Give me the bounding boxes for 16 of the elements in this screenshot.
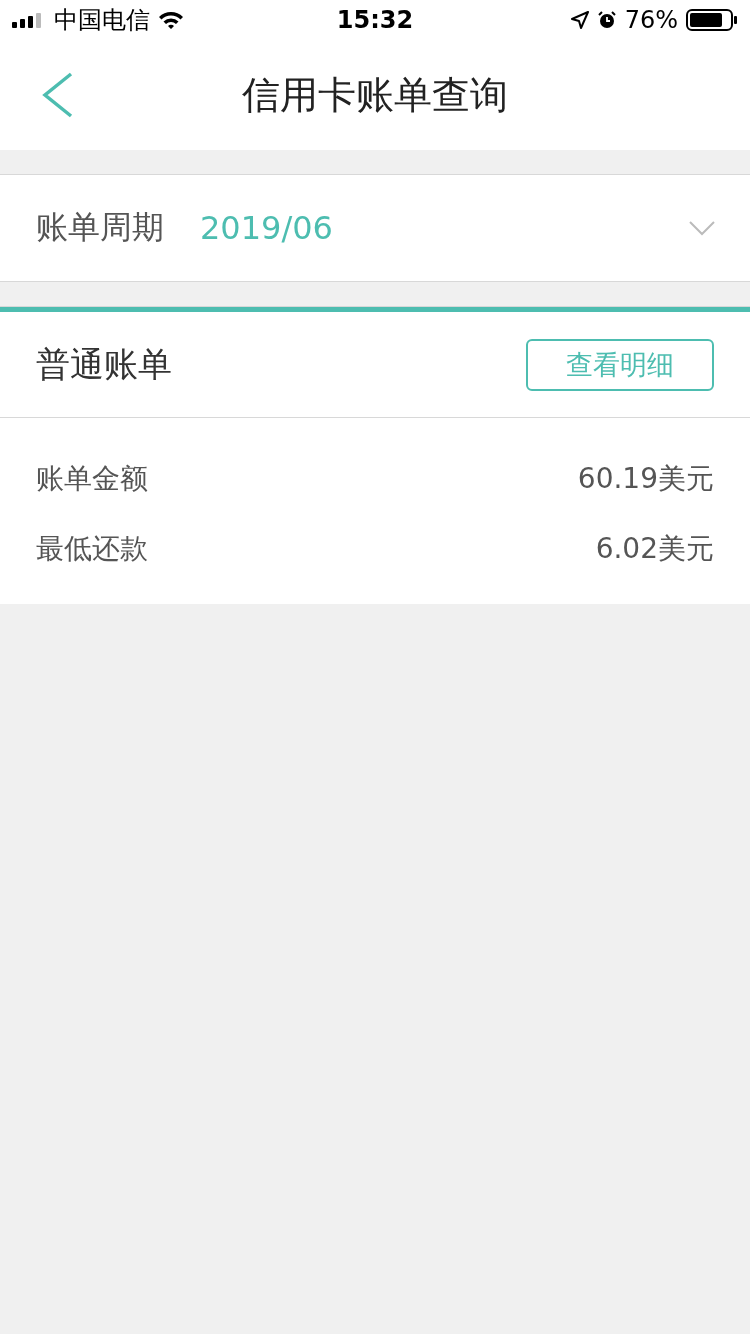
battery-icon xyxy=(686,9,738,31)
page-title: 信用卡账单查询 xyxy=(242,71,508,119)
carrier-name: 中国电信 xyxy=(54,5,150,36)
battery-percent: 76% xyxy=(624,6,678,34)
back-icon[interactable] xyxy=(42,72,74,118)
row-value: 6.02美元 xyxy=(595,531,714,567)
bill-title: 普通账单 xyxy=(36,342,172,386)
period-selector[interactable]: 账单周期 2019/06 xyxy=(0,175,750,282)
row-label: 最低还款 xyxy=(36,531,148,567)
wifi-icon xyxy=(158,11,184,29)
alarm-icon xyxy=(596,10,617,30)
row-value: 60.19美元 xyxy=(577,461,714,497)
status-time: 15:32 xyxy=(335,6,415,34)
chevron-down-icon xyxy=(688,220,716,236)
location-icon xyxy=(570,11,589,29)
row-label: 账单金额 xyxy=(36,461,148,497)
